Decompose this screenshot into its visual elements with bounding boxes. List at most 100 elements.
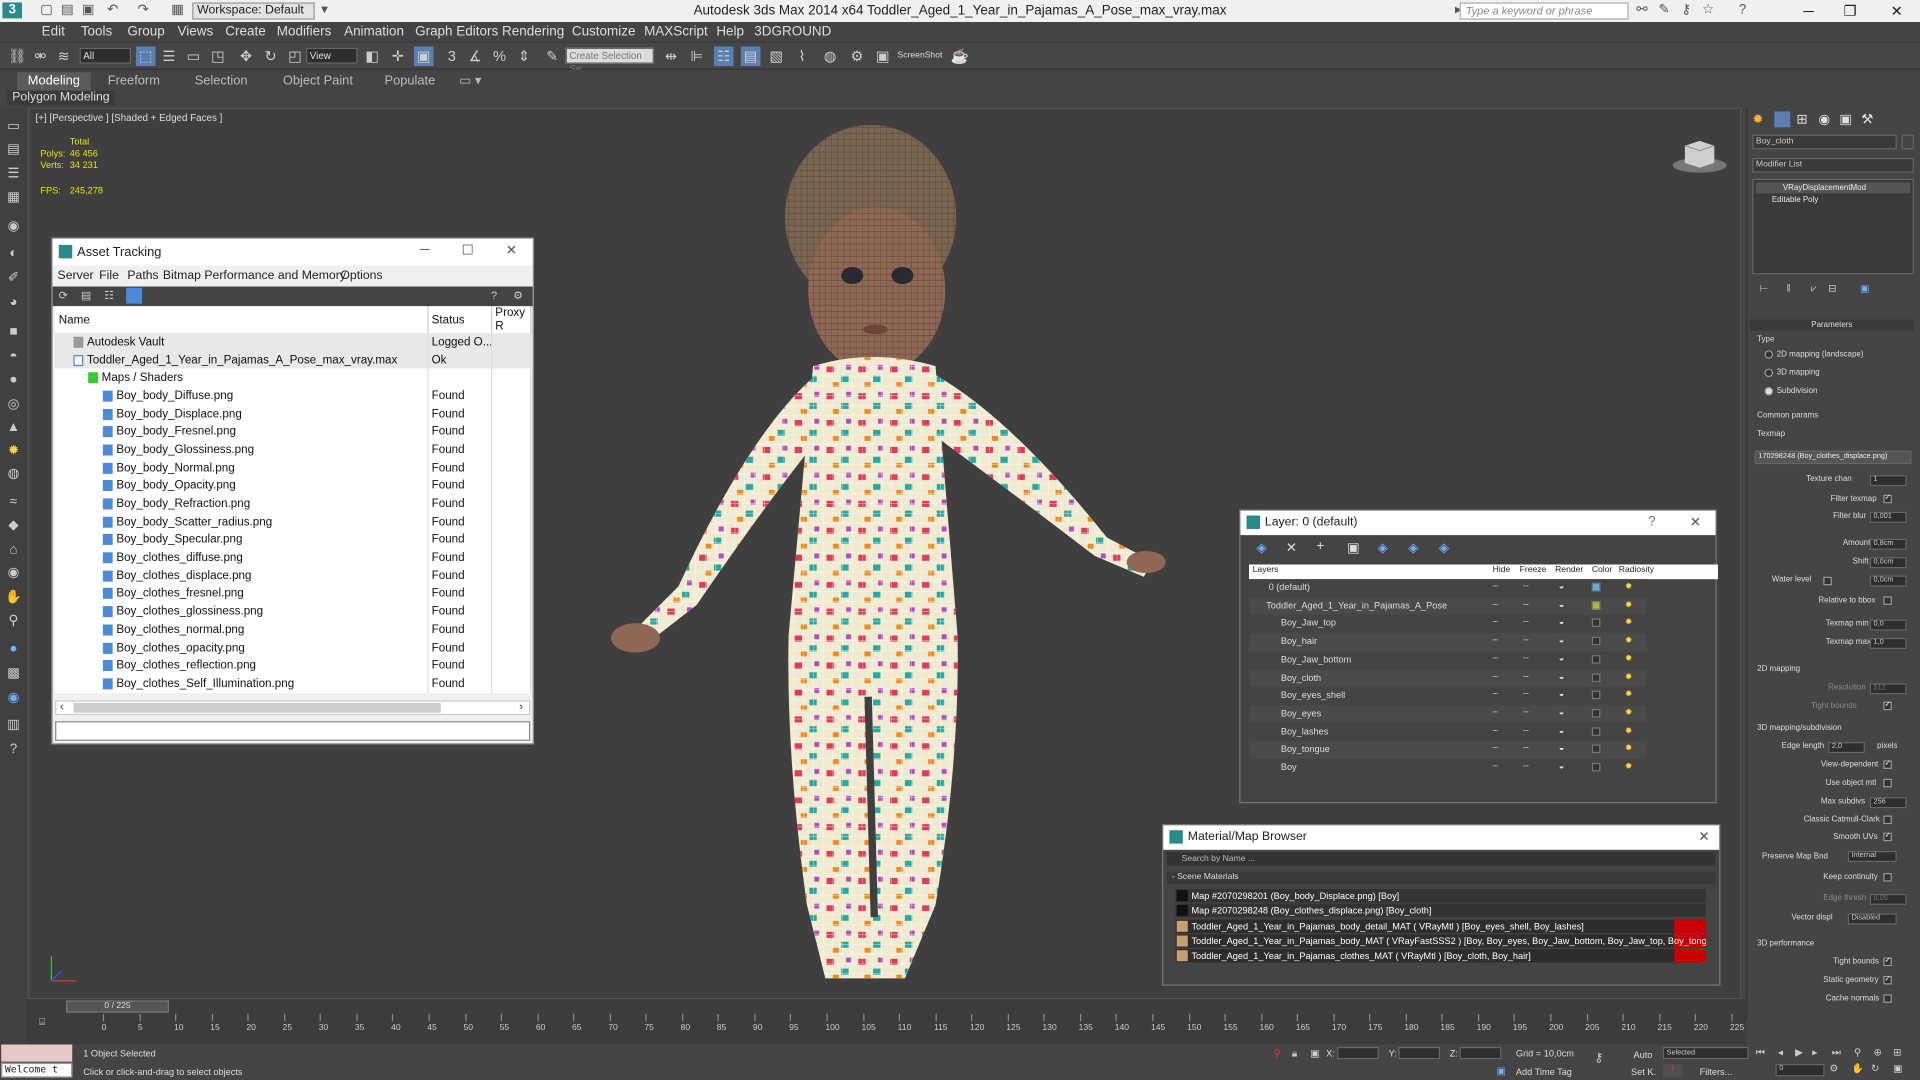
asset-maximize-button[interactable]: ☐ [462, 242, 474, 259]
asset-row[interactable]: Boy_clothes_fresnel.png Found [55, 584, 531, 603]
layer-row[interactable]: Toddler_Aged_1_Year_in_Pajamas_A_Pose ┄ ┄ ◒… [1248, 597, 1647, 615]
percent-snap-icon[interactable]: % [490, 47, 510, 67]
hide-toggle[interactable]: ┄ [1493, 598, 1499, 609]
resolution-input[interactable]: 512 [1869, 683, 1907, 695]
radiosity-icon[interactable]: ✹ [1625, 634, 1633, 645]
toddler-model[interactable] [568, 121, 1168, 999]
layer-delete-icon[interactable]: ✕ [1286, 540, 1297, 556]
radiosity-icon[interactable]: ✹ [1625, 598, 1633, 609]
orbit-icon[interactable]: ↻ [1871, 1063, 1879, 1074]
viewport-icon[interactable]: ▭ [5, 118, 22, 135]
freeze-toggle[interactable]: ┄ [1523, 598, 1529, 609]
viewcube-icon[interactable] [1670, 133, 1729, 177]
filter-blur-input[interactable]: 0,001 [1869, 511, 1907, 523]
static-geometry-checkbox[interactable]: ✓ [1883, 975, 1892, 985]
geosphere-icon[interactable]: ◍ [5, 465, 22, 482]
render-teapot-icon[interactable]: ◒ [1559, 706, 1565, 717]
asset-row[interactable]: Boy_body_Refraction.png Found [55, 494, 531, 513]
snaps-toggle-icon[interactable]: 3 [442, 47, 462, 67]
shift-input[interactable]: 0,0cm [1869, 557, 1907, 569]
edit-named-selection-icon[interactable]: ✎ [542, 47, 562, 67]
spinner-snap-icon[interactable]: ⇕ [514, 47, 534, 67]
asset-row[interactable]: Boy_clothes_opacity.png Found [55, 638, 531, 657]
list-icon[interactable]: ☰ [5, 165, 22, 182]
asset-row[interactable]: Boy_clothes_diffuse.png Found [55, 548, 531, 567]
menu-maxscript[interactable]: MAXScript [644, 24, 708, 39]
y-coord-input[interactable] [1398, 1046, 1441, 1060]
layer-color-swatch[interactable] [1591, 762, 1601, 772]
asset-row[interactable]: Maps / Shaders [55, 369, 531, 388]
tab-selection[interactable]: Selection [195, 72, 248, 90]
refresh-icon[interactable]: ⟳ [59, 289, 68, 302]
hand-icon[interactable]: ✋ [5, 589, 22, 606]
scroll-left-icon[interactable]: ‹ [60, 700, 64, 712]
zoom-all-icon[interactable]: ⊕ [1873, 1047, 1881, 1058]
hide-toggle[interactable]: ┄ [1493, 580, 1499, 591]
asset-row[interactable]: Toddler_Aged_1_Year_in_Pajamas_A_Pose_ma… [55, 351, 531, 370]
show-end-result-icon[interactable]: ‖ [1787, 283, 1791, 294]
water-level-checkbox[interactable] [1823, 576, 1832, 586]
curve-editor-icon[interactable]: ⌇ [792, 47, 812, 67]
asset-row[interactable]: Boy_clothes_reflection.png Found [55, 656, 531, 675]
asset-row[interactable]: Boy_body_Opacity.png Found [55, 476, 531, 495]
freeze-toggle[interactable]: ┄ [1523, 688, 1529, 699]
menu-group[interactable]: Group [127, 24, 164, 39]
layer-col-render[interactable]: Render [1555, 566, 1583, 575]
box-primitive-icon[interactable]: ■ [5, 323, 22, 340]
configure-modifier-icon[interactable]: ▣ [1860, 283, 1869, 294]
material-item[interactable]: Map #2070298248 (Boy_clothes_displace.pn… [1175, 904, 1706, 918]
layer-col-freeze[interactable]: Freeze [1520, 566, 1547, 575]
asset-tracking-dialog[interactable]: Asset Tracking ─ ☐ ✕ Server File Paths B… [51, 237, 534, 745]
helper-icon[interactable]: ⌂ [5, 541, 22, 558]
layer-col-radiosity[interactable]: Radiosity [1619, 566, 1654, 575]
window-crossing-icon[interactable]: ◳ [208, 47, 228, 67]
water-level-input[interactable]: 0,0cm [1869, 575, 1907, 587]
wave-icon[interactable]: ≈ [5, 493, 22, 510]
keyword-search-input[interactable]: Type a keyword or phrase [1459, 2, 1629, 20]
layer-highlight-icon[interactable]: ◈ [1378, 540, 1388, 556]
layer-row[interactable]: Boy_tongue ┄ ┄ ◒ ✹ [1248, 741, 1647, 759]
sphere-tool-icon[interactable]: ◐ [5, 245, 22, 262]
object-name-field[interactable]: Boy_cloth [1752, 134, 1897, 150]
ribbon-options-icon[interactable]: ▭ ▾ [459, 72, 481, 90]
timeline[interactable]: 0 / 225 ⌸ 0 5 10 15 20 25 30 35 40 45 50 55 60 65 70 75… [26, 999, 1747, 1046]
max-subdivs-input[interactable]: 256 [1869, 797, 1907, 809]
asset-settings-icon[interactable]: ⚙ [513, 289, 523, 302]
relative-bbox-checkbox[interactable] [1883, 596, 1892, 605]
radiosity-icon[interactable]: ✹ [1625, 742, 1633, 753]
asset-row[interactable]: Boy_body_Specular.png Found [55, 530, 531, 549]
use-object-mtl-checkbox[interactable] [1883, 778, 1892, 788]
table-view-icon[interactable] [126, 287, 143, 304]
hide-toggle[interactable]: ┄ [1493, 688, 1499, 699]
pan-icon[interactable]: ✋ [1851, 1063, 1863, 1074]
scene-explorer-icon[interactable]: ☷ [713, 46, 734, 67]
material-item[interactable]: Toddler_Aged_1_Year_in_Pajamas_body_deta… [1175, 919, 1706, 933]
binoculars-icon[interactable]: ⚯ [1633, 2, 1650, 18]
layer-manager-icon[interactable]: ▤ [740, 46, 761, 67]
mirror-icon[interactable]: ⇹ [661, 47, 681, 67]
filters-button[interactable]: Filters... [1700, 1067, 1733, 1078]
tools-icon[interactable]: ✎ [1656, 2, 1673, 18]
freeze-toggle[interactable]: ┄ [1523, 760, 1529, 771]
asset-row[interactable]: Boy_body_Glossiness.png Found [55, 440, 531, 459]
asset-row[interactable]: Boy_body_Fresnel.png Found [55, 422, 531, 441]
link-icon[interactable]: ⛓ [7, 47, 27, 67]
material-slot-icon[interactable]: ▩ [5, 665, 22, 682]
help-circle-icon[interactable]: ? [5, 741, 22, 758]
layer-hide-all-icon[interactable]: ◈ [1408, 540, 1418, 556]
shape-icon[interactable]: ◆ [5, 517, 22, 534]
radio-3d-mapping[interactable] [1764, 368, 1774, 378]
render-teapot-icon[interactable]: ◒ [1559, 742, 1565, 753]
maxscript-listener[interactable] [1, 1044, 73, 1062]
scale-icon[interactable]: ◰ [285, 47, 305, 67]
sphere-icon[interactable]: ● [5, 371, 22, 388]
render-frame-icon[interactable]: ▣ [873, 47, 893, 67]
layer-row[interactable]: Boy_Jaw_top ┄ ┄ ◒ ✹ [1248, 615, 1647, 633]
time-config-icon[interactable]: ⚙ [1829, 1063, 1838, 1074]
stack-item-editable-poly[interactable]: Editable Poly [1756, 195, 1910, 206]
freeze-toggle[interactable]: ┄ [1523, 706, 1529, 717]
render-icon[interactable]: ◉ [5, 689, 22, 706]
vector-displ-dropdown[interactable]: Disabled [1847, 913, 1897, 925]
edge-thresh-input[interactable]: 0,05 [1869, 893, 1907, 905]
keep-continuity-checkbox[interactable] [1883, 873, 1892, 882]
